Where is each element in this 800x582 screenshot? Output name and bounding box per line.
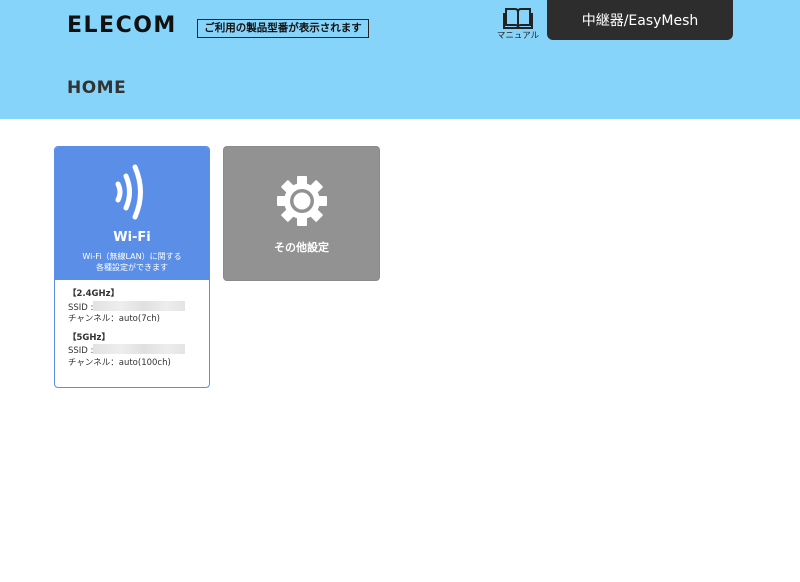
ssid-redacted bbox=[93, 300, 186, 311]
wifi-desc-line-2: 各種設定ができます bbox=[96, 263, 168, 272]
band-24ghz-channel: チャンネル：auto(7ch) bbox=[68, 314, 160, 324]
other-settings-title: その他設定 bbox=[274, 241, 329, 254]
book-icon bbox=[495, 6, 541, 30]
wifi-desc-line-1: Wi-Fi（無線LAN）に関する bbox=[82, 252, 182, 261]
model-number-box: ご利用の製品型番が表示されます bbox=[197, 19, 369, 38]
wifi-card-title: Wi-Fi bbox=[113, 230, 151, 245]
header-bar: ELECOM ご利用の製品型番が表示されます マニュアル 中継器/EasyMes… bbox=[0, 0, 800, 119]
band-24ghz-heading: 【2.4GHz】 bbox=[68, 289, 120, 299]
ssid-label: SSID : bbox=[68, 302, 94, 313]
wifi-status-info: 【2.4GHz】 SSID : チャンネル：auto(7ch) 【5GHz】 S… bbox=[68, 289, 203, 369]
page-title: HOME bbox=[67, 78, 127, 98]
mode-tab-repeater-easymesh[interactable]: 中継器/EasyMesh bbox=[547, 0, 733, 40]
wifi-card-description: Wi-Fi（無線LAN）に関する 各種設定ができます bbox=[55, 251, 209, 273]
band-24ghz-ssid: SSID : bbox=[68, 300, 203, 315]
manual-button[interactable]: マニュアル bbox=[495, 6, 541, 44]
ssid-redacted bbox=[93, 344, 186, 354]
elecom-logo: ELECOM bbox=[67, 13, 177, 38]
manual-label: マニュアル bbox=[496, 31, 540, 41]
wifi-card-header: Wi-Fi Wi-Fi（無線LAN）に関する 各種設定ができます bbox=[55, 147, 209, 280]
band-5ghz-channel: チャンネル：auto(100ch) bbox=[68, 357, 171, 368]
ssid-label: SSID : bbox=[68, 346, 94, 356]
band-5ghz-ssid: SSID : bbox=[68, 344, 203, 358]
gear-icon bbox=[276, 175, 328, 231]
band-5ghz-heading: 【5GHz】 bbox=[68, 332, 110, 343]
other-settings-card[interactable]: その他設定 bbox=[223, 146, 380, 281]
wifi-settings-card[interactable]: Wi-Fi Wi-Fi（無線LAN）に関する 各種設定ができます 【2.4GHz… bbox=[54, 146, 210, 388]
wifi-icon bbox=[112, 162, 152, 226]
